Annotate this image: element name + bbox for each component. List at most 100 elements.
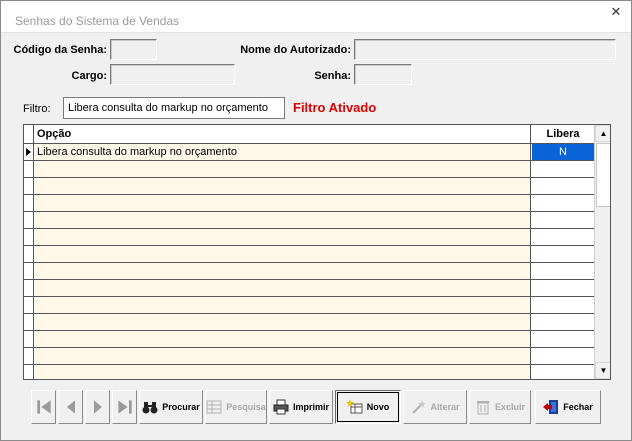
nome-autorizado-field[interactable] xyxy=(354,39,616,60)
cell-opcao[interactable] xyxy=(35,365,531,379)
senha-field[interactable] xyxy=(354,64,412,85)
row-indicator[interactable] xyxy=(24,246,34,262)
cargo-field[interactable] xyxy=(110,64,235,85)
grid-header: Opção Libera xyxy=(24,125,594,144)
table-row[interactable] xyxy=(24,178,594,195)
trash-icon xyxy=(476,401,489,415)
row-indicator[interactable] xyxy=(24,178,34,194)
cell-opcao[interactable]: Libera consulta do markup no orçamento xyxy=(35,144,531,160)
cell-opcao[interactable] xyxy=(35,212,531,228)
cell-libera[interactable] xyxy=(532,178,594,194)
cell-opcao[interactable] xyxy=(35,297,531,313)
options-grid[interactable]: Opção Libera Libera consulta do markup n… xyxy=(23,124,611,380)
exit-door-icon xyxy=(543,400,559,414)
table-row[interactable] xyxy=(24,365,594,379)
cell-opcao[interactable] xyxy=(35,263,531,279)
cell-opcao[interactable] xyxy=(35,195,531,211)
imprimir-label: Imprimir xyxy=(292,402,329,412)
row-indicator[interactable] xyxy=(24,263,34,279)
cell-opcao[interactable] xyxy=(35,280,531,296)
cell-opcao[interactable] xyxy=(35,246,531,262)
vertical-scrollbar[interactable]: ▲ ▼ xyxy=(594,125,610,379)
cell-opcao[interactable] xyxy=(35,314,531,330)
fechar-button[interactable]: Fechar xyxy=(535,390,601,424)
scroll-down-icon[interactable]: ▼ xyxy=(595,362,610,379)
last-record-button[interactable] xyxy=(112,390,137,424)
row-indicator[interactable] xyxy=(24,365,34,379)
alterar-label: Alterar xyxy=(430,402,460,412)
row-indicator[interactable] xyxy=(24,229,34,245)
cell-libera[interactable] xyxy=(532,365,594,379)
cell-libera[interactable] xyxy=(532,331,594,347)
filter-status-text: Filtro Ativado xyxy=(293,100,377,115)
table-row[interactable] xyxy=(24,212,594,229)
first-record-button[interactable] xyxy=(31,390,56,424)
last-record-icon xyxy=(117,400,132,414)
row-indicator[interactable] xyxy=(24,348,34,364)
table-row[interactable]: Libera consulta do markup no orçamento N xyxy=(24,144,594,161)
first-record-icon xyxy=(36,400,51,414)
procurar-label: Procurar xyxy=(162,402,200,412)
table-row[interactable] xyxy=(24,263,594,280)
row-indicator[interactable] xyxy=(24,195,34,211)
row-indicator[interactable] xyxy=(24,297,34,313)
cell-libera[interactable] xyxy=(532,212,594,228)
scroll-up-icon[interactable]: ▲ xyxy=(595,125,610,142)
excluir-button[interactable]: Excluir xyxy=(469,390,531,424)
fechar-label: Fechar xyxy=(563,402,593,412)
scroll-thumb[interactable] xyxy=(596,143,610,207)
imprimir-button[interactable]: Imprimir xyxy=(269,390,333,424)
cell-opcao[interactable] xyxy=(35,178,531,194)
cell-opcao[interactable] xyxy=(35,161,531,177)
column-header-opcao[interactable]: Opção xyxy=(35,125,531,143)
table-row[interactable] xyxy=(24,280,594,297)
table-row[interactable] xyxy=(24,348,594,365)
cell-libera[interactable] xyxy=(532,280,594,296)
table-row[interactable] xyxy=(24,331,594,348)
pesquisa-button[interactable]: Pesquisa xyxy=(205,390,267,424)
table-grid-icon xyxy=(206,400,222,414)
cell-libera[interactable] xyxy=(532,246,594,262)
cell-opcao[interactable] xyxy=(35,348,531,364)
table-row[interactable] xyxy=(24,161,594,178)
cell-libera[interactable] xyxy=(532,263,594,279)
table-row[interactable] xyxy=(24,246,594,263)
alterar-button[interactable]: Alterar xyxy=(403,390,467,424)
excluir-label: Excluir xyxy=(494,402,525,412)
row-indicator[interactable] xyxy=(24,331,34,347)
row-indicator[interactable] xyxy=(24,280,34,296)
row-indicator[interactable] xyxy=(24,161,34,177)
cell-opcao[interactable] xyxy=(35,331,531,347)
novo-button[interactable]: Novo xyxy=(335,390,401,424)
previous-record-button[interactable] xyxy=(58,390,83,424)
table-row[interactable] xyxy=(24,314,594,331)
new-record-icon xyxy=(346,399,363,414)
window-title: Senhas do Sistema de Vendas xyxy=(15,14,180,28)
cargo-label: Cargo: xyxy=(71,70,107,82)
senhas-window: Senhas do Sistema de Vendas ✕ Código da … xyxy=(0,0,632,441)
next-record-button[interactable] xyxy=(85,390,110,424)
cell-libera[interactable] xyxy=(532,348,594,364)
nome-autorizado-label: Nome do Autorizado: xyxy=(240,44,351,56)
table-row[interactable] xyxy=(24,195,594,212)
next-record-icon xyxy=(93,400,102,414)
codigo-field[interactable] xyxy=(110,39,157,60)
table-row[interactable] xyxy=(24,297,594,314)
cell-libera[interactable] xyxy=(532,297,594,313)
procurar-button[interactable]: Procurar xyxy=(139,390,203,424)
cell-libera[interactable] xyxy=(532,314,594,330)
cell-opcao[interactable] xyxy=(35,229,531,245)
cell-libera[interactable] xyxy=(532,195,594,211)
cell-libera[interactable]: N xyxy=(532,144,594,160)
current-row-arrow-icon xyxy=(26,148,31,156)
filter-input[interactable]: Libera consulta do markup no orçamento xyxy=(63,97,285,119)
table-row[interactable] xyxy=(24,229,594,246)
row-indicator[interactable] xyxy=(24,144,34,160)
row-indicator[interactable] xyxy=(24,212,34,228)
column-header-libera[interactable]: Libera xyxy=(532,125,594,143)
pesquisa-label: Pesquisa xyxy=(226,402,266,412)
row-indicator[interactable] xyxy=(24,314,34,330)
cell-libera[interactable] xyxy=(532,161,594,177)
close-icon[interactable]: ✕ xyxy=(609,5,623,19)
cell-libera[interactable] xyxy=(532,229,594,245)
